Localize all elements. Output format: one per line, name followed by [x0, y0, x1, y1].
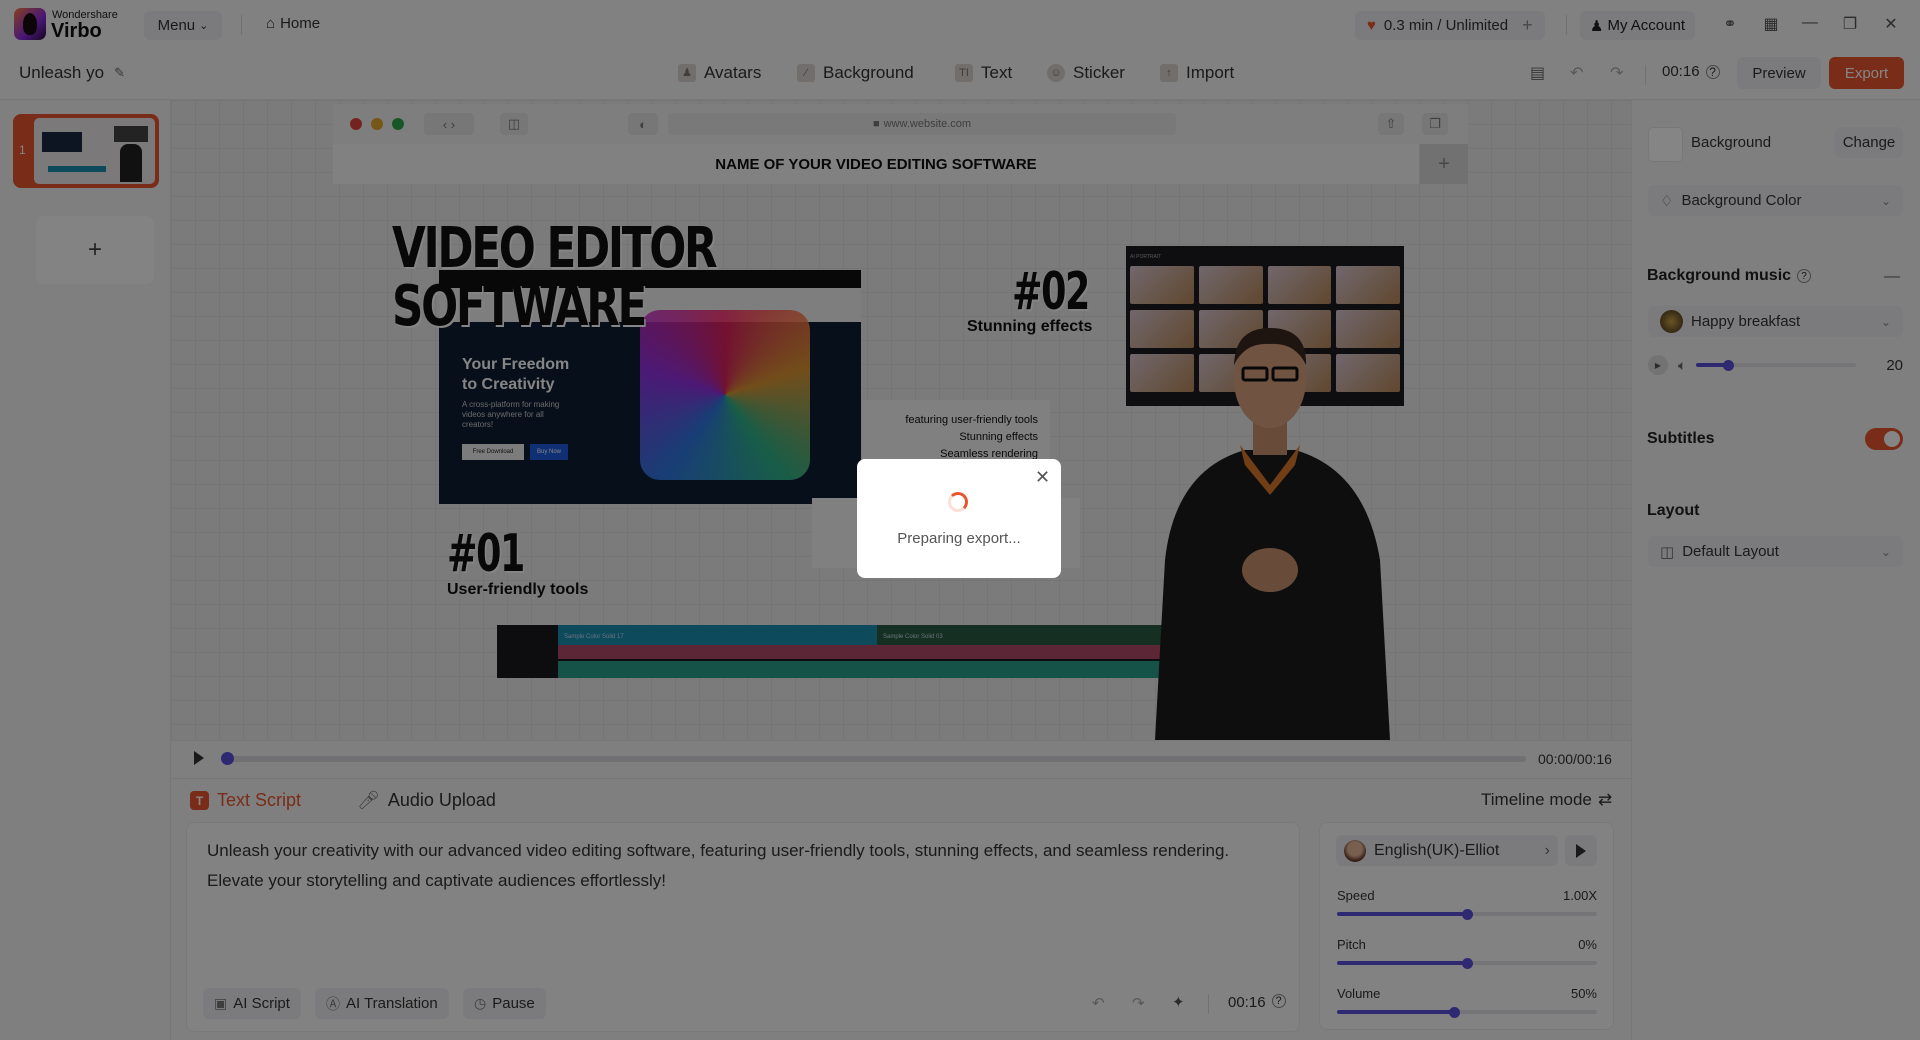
export-status-text: Preparing export... [897, 530, 1021, 547]
close-icon[interactable]: ✕ [1035, 467, 1050, 488]
export-dialog [857, 459, 1061, 578]
loading-spinner-icon [948, 492, 968, 512]
